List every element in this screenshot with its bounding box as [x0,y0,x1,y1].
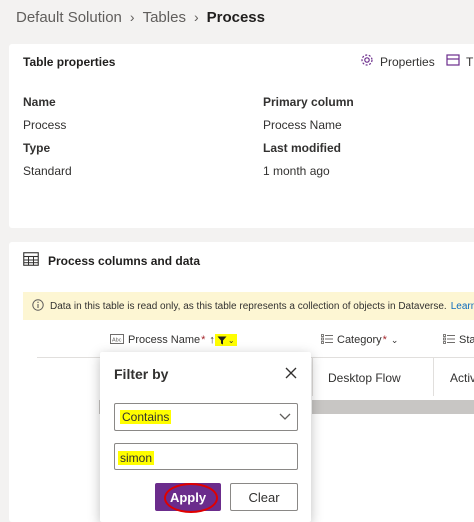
filter-popup-title: Filter by [114,366,169,382]
cell-divider [433,358,434,396]
column-label: Sta [459,334,474,346]
info-icon [32,298,44,314]
close-button[interactable] [281,363,301,383]
prop-value-name: Process [23,118,67,132]
choice-column-icon [321,333,333,347]
breadcrumb: Default Solution › Tables › Process [16,6,265,28]
grid-icon [23,251,39,270]
cell-category[interactable]: Desktop Flow [328,371,401,385]
column-header-category[interactable]: Category * ⌄ [321,331,398,349]
gear-icon [360,53,374,70]
apply-button[interactable]: Apply [155,483,221,511]
filter-operator-value: Contains [120,410,172,424]
cell-status[interactable]: Activ [450,371,474,385]
tools-label: T [466,54,474,69]
chevron-right-icon: › [193,9,199,25]
choice-column-icon [443,333,455,347]
properties-button[interactable]: Properties [360,53,435,70]
table-properties-title: Table properties [23,55,116,69]
text-column-icon: Abc [110,333,124,347]
prop-value-type: Standard [23,164,72,178]
svg-text:Abc: Abc [112,337,122,343]
learn-more-link[interactable]: Learn [451,301,474,312]
breadcrumb-current: Process [206,8,265,26]
chevron-down-icon [277,408,293,424]
horizontal-scrollbar[interactable] [312,400,474,414]
table-properties-card [9,44,474,228]
columns-data-header: Process columns and data [23,251,200,270]
column-header-process-name[interactable]: Abc Process Name * ↑ ⌄ [110,331,237,349]
required-mark: * [382,334,387,346]
filter-value-text: simon [118,451,155,465]
breadcrumb-default-solution[interactable]: Default Solution [16,9,122,26]
table-icon [446,53,460,70]
required-mark: * [201,334,206,346]
column-label: Process Name [128,334,201,346]
cell-divider [312,358,313,396]
tools-button[interactable]: T [446,53,473,70]
banner-text: Data in this table is read only, as this… [50,300,447,312]
chevron-right-icon: › [129,9,135,25]
prop-label-primary-column: Primary column [263,95,354,109]
filter-icon[interactable]: ⌄ [214,334,237,346]
column-header-status[interactable]: Sta [443,331,474,349]
prop-label-name: Name [23,95,56,109]
prop-label-type: Type [23,141,51,155]
clear-button[interactable]: Clear [230,483,298,511]
prop-value-primary-column: Process Name [263,118,342,132]
chevron-down-icon[interactable]: ⌄ [391,335,399,346]
prop-value-last-modified: 1 month ago [263,164,330,178]
column-label: Category [337,334,382,346]
properties-label: Properties [380,54,435,69]
prop-label-last-modified: Last modified [263,141,342,155]
breadcrumb-tables[interactable]: Tables [143,9,186,26]
chevron-down-icon: ⌄ [227,335,235,345]
read-only-banner: Data in this table is read only, as this… [23,292,474,320]
columns-data-title: Process columns and data [48,253,201,268]
close-icon [285,367,297,379]
